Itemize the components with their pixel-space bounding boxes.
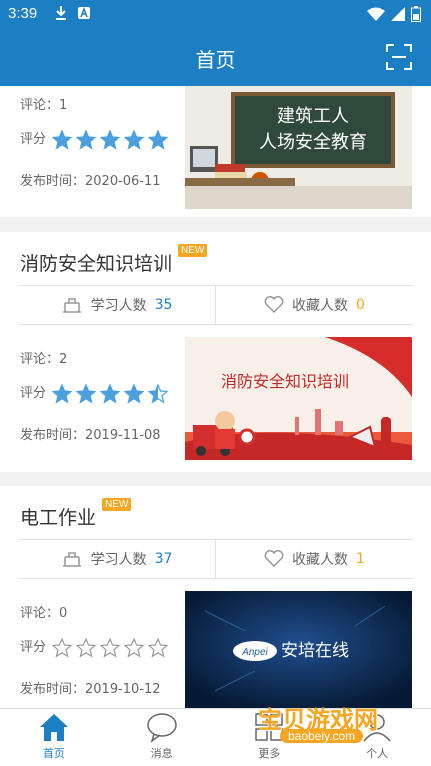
date-info: 发布时间：2019-11-08 — [20, 428, 161, 443]
star-empty-icon — [148, 637, 169, 658]
star-filled-icon — [124, 129, 145, 150]
comments-info: 评论：1 — [20, 98, 68, 113]
thumbnail-logo-text: Anpei — [241, 647, 268, 658]
star-empty-icon — [52, 637, 73, 658]
course-card[interactable]: 电工作业 NEW 学习人数 37 收藏人数 1 评论：0 评分 发布时间：201… — [0, 486, 431, 708]
star-empty-icon — [100, 637, 121, 658]
course-card[interactable]: 评论：1 评分 发布时间：2020-06-11 建筑工人 人场安全教育 — [0, 86, 431, 217]
rating-stars — [52, 383, 169, 404]
star-filled-icon — [52, 383, 73, 404]
page-title: 首页 — [195, 48, 236, 72]
course-thumbnail[interactable]: 消防安全知识培训 — [185, 337, 412, 460]
course-thumbnail[interactable]: 建筑工人 人场安全教育 — [185, 86, 412, 209]
app-bar: 首页 — [0, 30, 431, 86]
rating-stars — [52, 129, 169, 150]
star-filled-icon — [52, 129, 73, 150]
star-filled-icon — [124, 383, 145, 404]
date-info: 发布时间：2019-10-12 — [20, 682, 161, 697]
course-title: 电工作业 — [20, 506, 97, 529]
thumbnail-text-line2: 人场安全教育 — [259, 132, 367, 153]
learners-stat: 学习人数 37 — [18, 540, 215, 578]
rating-info: 评分 — [20, 128, 169, 150]
home-icon — [39, 714, 68, 741]
card-divider — [0, 217, 431, 232]
star-half-icon — [148, 383, 169, 404]
status-bar: 3:39 — [0, 0, 431, 30]
comments-info: 评论：0 — [20, 606, 68, 621]
star-empty-icon — [76, 637, 97, 658]
watermark: 宝贝游戏网 baobeiy.com — [258, 706, 378, 743]
card-divider — [0, 472, 431, 486]
favorites-stat[interactable]: 收藏人数 0 — [215, 286, 413, 324]
app-notification-icon — [78, 6, 90, 19]
course-list[interactable]: 评论：1 评分 发布时间：2020-06-11 建筑工人 人场安全教育 消防安全… — [0, 86, 431, 708]
scan-icon[interactable] — [385, 43, 413, 71]
course-card[interactable]: 消防安全知识培训 NEW 学习人数 35 收藏人数 0 评论：2 评分 发布时间… — [0, 232, 431, 472]
wifi-icon — [367, 7, 385, 21]
stats-row: 学习人数 35 收藏人数 0 — [18, 285, 413, 325]
star-empty-icon — [124, 637, 145, 658]
signal-icon — [391, 7, 405, 21]
star-filled-icon — [76, 383, 97, 404]
nav-item-home[interactable]: 首页 — [0, 709, 108, 766]
learners-stat: 学习人数 35 — [18, 286, 215, 324]
heart-icon — [264, 296, 284, 314]
star-filled-icon — [148, 129, 169, 150]
star-filled-icon — [100, 383, 121, 404]
rating-info: 评分 — [20, 382, 169, 404]
date-info: 发布时间：2020-06-11 — [20, 174, 161, 189]
star-filled-icon — [100, 129, 121, 150]
new-badge: NEW — [178, 243, 208, 257]
rating-info: 评分 — [20, 636, 169, 658]
course-title: 消防安全知识培训 — [20, 252, 173, 275]
comments-info: 评论：2 — [20, 352, 68, 367]
thumbnail-text: 安培在线 — [281, 641, 349, 661]
thumbnail-text: 消防安全知识培训 — [221, 372, 349, 391]
learners-icon — [62, 552, 81, 567]
heart-icon — [264, 550, 284, 568]
status-time: 3:39 — [8, 5, 38, 22]
nav-item-messages[interactable]: 消息 — [108, 709, 216, 766]
course-thumbnail[interactable]: Anpei 安培在线 — [185, 591, 412, 708]
message-icon — [146, 713, 177, 743]
thumbnail-text-line1: 建筑工人 — [277, 106, 349, 127]
new-badge: NEW — [102, 497, 132, 511]
download-icon — [56, 6, 66, 20]
favorites-stat[interactable]: 收藏人数 1 — [215, 540, 413, 578]
battery-icon — [411, 6, 421, 22]
learners-icon — [62, 298, 81, 313]
rating-stars — [52, 637, 169, 658]
stats-row: 学习人数 37 收藏人数 1 — [18, 539, 413, 579]
star-filled-icon — [76, 129, 97, 150]
